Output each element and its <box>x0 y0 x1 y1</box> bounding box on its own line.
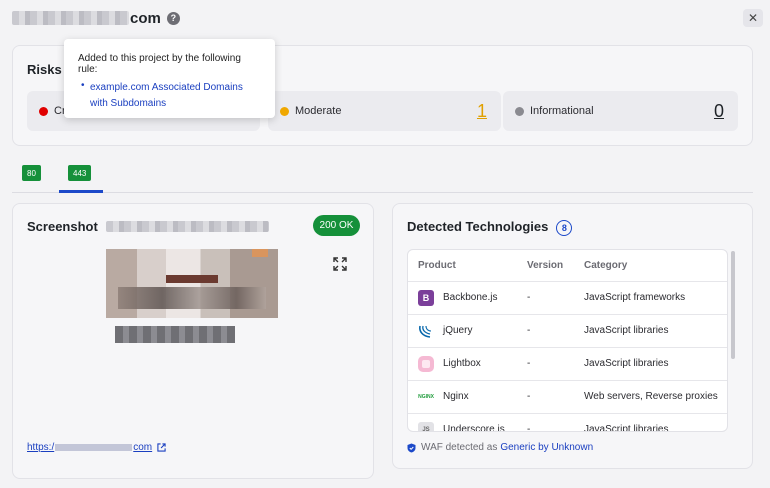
version-cell: - <box>527 424 531 432</box>
lightbox-icon <box>418 356 434 372</box>
page-title-suffix: com <box>130 9 161 27</box>
table-row[interactable]: Lightbox - JavaScript libraries <box>408 347 727 380</box>
waf-prefix: WAF detected as <box>421 442 498 453</box>
moderate-dot-icon <box>280 106 289 116</box>
table-scrollbar[interactable] <box>731 249 737 432</box>
product-cell: jQuery <box>443 325 473 336</box>
page-title: com ? <box>12 8 180 28</box>
port-badge: 443 <box>68 165 92 181</box>
rule-tooltip: Added to this project by the following r… <box>64 39 275 118</box>
question-circle-icon[interactable]: ? <box>166 11 180 25</box>
status-badge: 200 OK <box>313 215 360 236</box>
port-tabs: 80 443 <box>12 160 753 193</box>
shield-icon <box>407 443 416 452</box>
tab-port-443[interactable]: 443 <box>59 160 103 193</box>
risk-label: Moderate <box>295 105 342 117</box>
backbone-icon: B <box>418 290 434 306</box>
technologies-title-text: Detected Technologies <box>407 219 549 234</box>
technologies-title: Detected Technologies 8 <box>407 219 573 236</box>
table-row[interactable]: jQuery - JavaScript libraries <box>408 314 727 347</box>
screenshot-title: Screenshot <box>27 219 98 234</box>
risks-title: Risks <box>27 62 62 77</box>
underscore-icon: JS <box>418 422 434 431</box>
category-cell: JavaScript frameworks <box>584 292 686 303</box>
version-cell: - <box>527 325 531 336</box>
product-cell: Underscore.js <box>443 424 505 432</box>
table-row[interactable]: NGINX Nginx - Web servers, Reverse proxi… <box>408 380 727 413</box>
screenshot-card: Screenshot 200 OK https:/ com <box>12 203 374 479</box>
website-screenshot[interactable] <box>106 249 278 318</box>
product-cell: Lightbox <box>443 358 481 369</box>
waf-info: WAF detected as Generic by Unknown <box>407 442 593 453</box>
scrollbar-thumb[interactable] <box>731 251 735 359</box>
product-cell: Nginx <box>443 391 469 402</box>
risk-count[interactable]: 1 <box>477 101 487 122</box>
external-link-icon <box>157 443 166 452</box>
close-button[interactable]: ✕ <box>743 9 763 27</box>
expand-icon[interactable] <box>333 257 347 271</box>
version-cell: - <box>527 391 531 402</box>
tab-port-80[interactable]: 80 <box>20 160 44 193</box>
technologies-card: Detected Technologies 8 Product Version C… <box>392 203 753 469</box>
technologies-count-badge: 8 <box>556 219 573 236</box>
link-prefix: https:/ <box>27 442 55 453</box>
critical-dot-icon <box>39 106 48 116</box>
risk-informational[interactable]: Informational 0 <box>503 91 738 131</box>
column-header[interactable]: Version <box>527 260 563 271</box>
link-suffix: com <box>133 442 153 453</box>
product-cell: Backbone.js <box>443 292 498 303</box>
nginx-icon: NGINX <box>418 394 434 400</box>
table-row[interactable]: JS Underscore.js - JavaScript libraries <box>408 413 727 432</box>
jquery-icon <box>419 325 432 338</box>
tooltip-title: Added to this project by the following r… <box>78 53 241 75</box>
risk-label: Informational <box>530 105 594 117</box>
website-link[interactable]: https:/ com <box>27 442 166 453</box>
redacted-caption <box>115 326 235 343</box>
redacted-url <box>106 221 269 232</box>
port-badge: 80 <box>22 165 41 181</box>
redacted-link <box>55 444 133 451</box>
column-header[interactable]: Product <box>418 260 456 271</box>
risk-count[interactable]: 0 <box>714 101 724 122</box>
table-row[interactable]: B Backbone.js - JavaScript frameworks <box>408 281 727 314</box>
category-cell: Web servers, Reverse proxies <box>584 391 718 402</box>
technologies-table: Product Version Category B Backbone.js -… <box>407 249 728 432</box>
risk-moderate[interactable]: Moderate 1 <box>268 91 501 131</box>
redacted-domain <box>12 11 129 25</box>
version-cell: - <box>527 358 531 369</box>
version-cell: - <box>527 292 531 303</box>
waf-link[interactable]: Generic by Unknown <box>500 442 593 453</box>
category-cell: JavaScript libraries <box>584 424 669 432</box>
column-header[interactable]: Category <box>584 260 627 271</box>
tooltip-list: example.com Associated Domains with Subd… <box>78 80 261 112</box>
category-cell: JavaScript libraries <box>584 325 669 336</box>
rule-link[interactable]: example.com Associated Domains with Subd… <box>90 82 243 109</box>
category-cell: JavaScript libraries <box>584 358 669 369</box>
close-icon: ✕ <box>747 11 759 25</box>
informational-dot-icon <box>515 106 524 116</box>
